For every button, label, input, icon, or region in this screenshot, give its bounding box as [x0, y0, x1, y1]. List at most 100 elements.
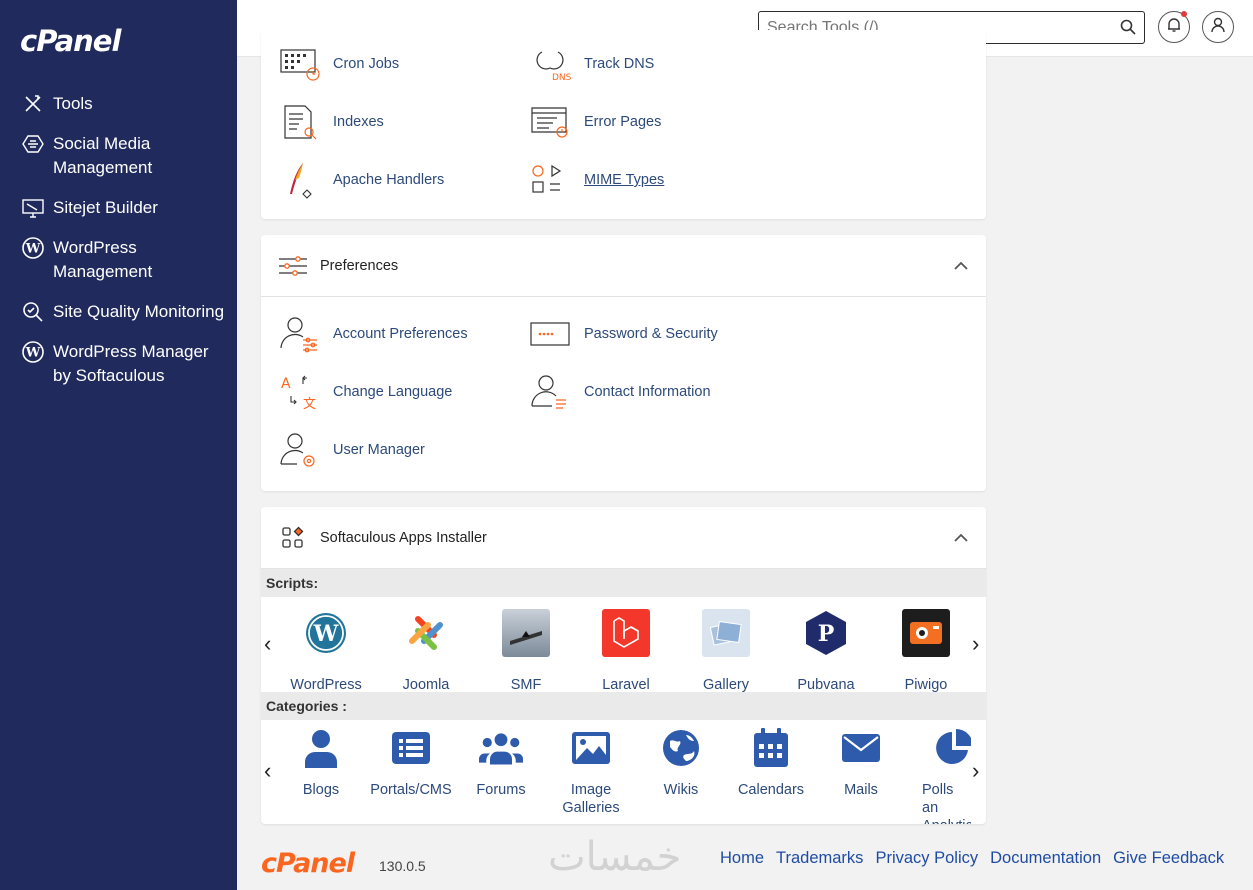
contact-information-link[interactable]: Contact Information [528, 372, 711, 412]
smf-logo-icon [502, 609, 550, 657]
footer-link-give-feedback[interactable]: Give Feedback [1113, 849, 1224, 868]
calendar-icon [749, 728, 793, 768]
svg-text:文: 文 [303, 397, 316, 412]
scripts-prev-arrow[interactable]: ‹ [264, 631, 271, 657]
softaculous-header[interactable]: Softaculous Apps Installer [261, 507, 986, 569]
sidebar-item-wordpress-management[interactable]: W WordPress Management [20, 236, 225, 284]
person-icon [299, 728, 343, 768]
footer-link-trademarks[interactable]: Trademarks [776, 849, 863, 868]
image-icon [569, 728, 613, 768]
script-smf[interactable]: SMF [476, 609, 576, 693]
account-preferences-link[interactable]: Account Preferences [277, 314, 468, 354]
category-portals-cms[interactable]: Portals/CMS [366, 728, 456, 799]
categories-label: Categories : [261, 692, 986, 720]
sidebar-nav: Tools Social Media Management Sitejet Bu… [20, 92, 225, 404]
laravel-logo-icon [602, 609, 650, 657]
sidebar-item-tools[interactable]: Tools [20, 92, 225, 116]
error-pages-link[interactable]: Error Pages [528, 102, 661, 142]
advanced-panel: Cron Jobs DNS Track DNS Indexes Error Pa… [261, 30, 986, 219]
svg-text:P: P [818, 621, 835, 647]
user-manager-icon [277, 430, 321, 470]
notifications-button[interactable] [1158, 11, 1190, 43]
preferences-header[interactable]: Preferences [261, 235, 986, 297]
preferences-panel: Preferences Account Preferences Password… [261, 235, 986, 491]
chevron-up-icon[interactable] [954, 529, 968, 547]
track-dns-icon: DNS [528, 44, 572, 84]
mime-types-icon [528, 160, 572, 200]
footer-link-privacy-policy[interactable]: Privacy Policy [875, 849, 978, 868]
piwigo-logo-icon [902, 609, 950, 657]
script-piwigo[interactable]: Piwigo [876, 609, 976, 693]
footer-links: Home Trademarks Privacy Policy Documenta… [720, 849, 1236, 868]
envelope-icon [839, 728, 883, 768]
tools-icon [20, 92, 46, 116]
categories-prev-arrow[interactable]: ‹ [264, 758, 271, 784]
category-calendars[interactable]: Calendars [726, 728, 816, 799]
password-field-icon [528, 314, 572, 354]
pie-chart-icon [932, 728, 971, 768]
track-dns-link[interactable]: DNS Track DNS [528, 44, 654, 84]
chevron-up-icon[interactable] [954, 257, 968, 275]
wordpress-icon: W [20, 236, 46, 260]
cpanel-logo[interactable]: cPanel [20, 24, 121, 58]
pubvana-logo-icon: P [802, 609, 850, 657]
category-blogs[interactable]: Blogs [276, 728, 366, 799]
list-icon [389, 728, 433, 768]
indexes-link[interactable]: Indexes [277, 102, 384, 142]
notification-dot [1181, 11, 1187, 17]
user-icon [1211, 17, 1225, 38]
categories-row: ‹ Blogs Portals/CMS Forums Image Galleri… [261, 720, 986, 824]
wordpress-icon: W [20, 340, 46, 364]
footer-link-documentation[interactable]: Documentation [990, 849, 1101, 868]
sidebar-item-sitejet[interactable]: Sitejet Builder [20, 196, 225, 220]
svg-text:W: W [25, 242, 41, 257]
svg-text:W: W [313, 621, 339, 647]
version-number: 130.0.5 [379, 858, 426, 874]
translate-icon: A文 [277, 372, 321, 412]
apache-handlers-link[interactable]: Apache Handlers [277, 160, 444, 200]
softaculous-panel: Softaculous Apps Installer Scripts: ‹ W … [261, 507, 986, 824]
script-gallery[interactable]: Gallery [676, 609, 776, 693]
script-laravel[interactable]: Laravel [576, 609, 676, 693]
sidebar-item-social-media[interactable]: Social Media Management [20, 132, 225, 180]
globe-icon [659, 728, 703, 768]
apps-grid-icon [277, 526, 309, 550]
sidebar: cPanel Tools Social Media Management Sit… [0, 0, 237, 890]
joomla-logo-icon [402, 609, 450, 657]
sitejet-icon [20, 196, 46, 220]
category-forums[interactable]: Forums [456, 728, 546, 799]
sliders-icon [277, 255, 309, 277]
script-joomla[interactable]: Joomla [376, 609, 476, 693]
script-wordpress[interactable]: W WordPress [276, 609, 376, 693]
user-manager-link[interactable]: User Manager [277, 430, 425, 470]
social-media-icon [20, 132, 46, 156]
category-image-galleries[interactable]: Image Galleries [546, 728, 636, 817]
users-group-icon [479, 728, 523, 768]
categories-next-arrow[interactable]: › [972, 758, 979, 784]
category-mails[interactable]: Mails [816, 728, 906, 799]
indexes-icon [277, 102, 321, 142]
user-menu-button[interactable] [1202, 11, 1234, 43]
script-pubvana[interactable]: P Pubvana [776, 609, 876, 693]
contact-information-icon [528, 372, 572, 412]
watermark-logo: خمسات [548, 834, 682, 880]
footer-link-home[interactable]: Home [720, 849, 764, 868]
change-language-link[interactable]: A文 Change Language [277, 372, 452, 412]
apache-feather-icon [277, 160, 321, 200]
sidebar-item-site-quality[interactable]: Site Quality Monitoring [20, 300, 225, 324]
category-polls-analytics[interactable]: Polls an Analytic [906, 728, 971, 824]
svg-text:W: W [25, 346, 41, 361]
mime-types-link[interactable]: MIME Types [528, 160, 664, 200]
scripts-row: ‹ W WordPress Joomla SMF Laravel Gallery… [261, 597, 986, 693]
scripts-label: Scripts: [261, 569, 986, 597]
search-icon[interactable] [1120, 19, 1136, 40]
scripts-next-arrow[interactable]: › [972, 631, 979, 657]
cron-jobs-link[interactable]: Cron Jobs [277, 44, 399, 84]
error-pages-icon [528, 102, 572, 142]
category-wikis[interactable]: Wikis [636, 728, 726, 799]
sidebar-item-wordpress-manager-softaculous[interactable]: W WordPress Manager by Softaculous [20, 340, 225, 388]
magnifier-check-icon [20, 300, 46, 324]
password-security-link[interactable]: Password & Security [528, 314, 718, 354]
footer-cpanel-logo[interactable]: cPanel [261, 848, 355, 879]
gallery-logo-icon [702, 609, 750, 657]
